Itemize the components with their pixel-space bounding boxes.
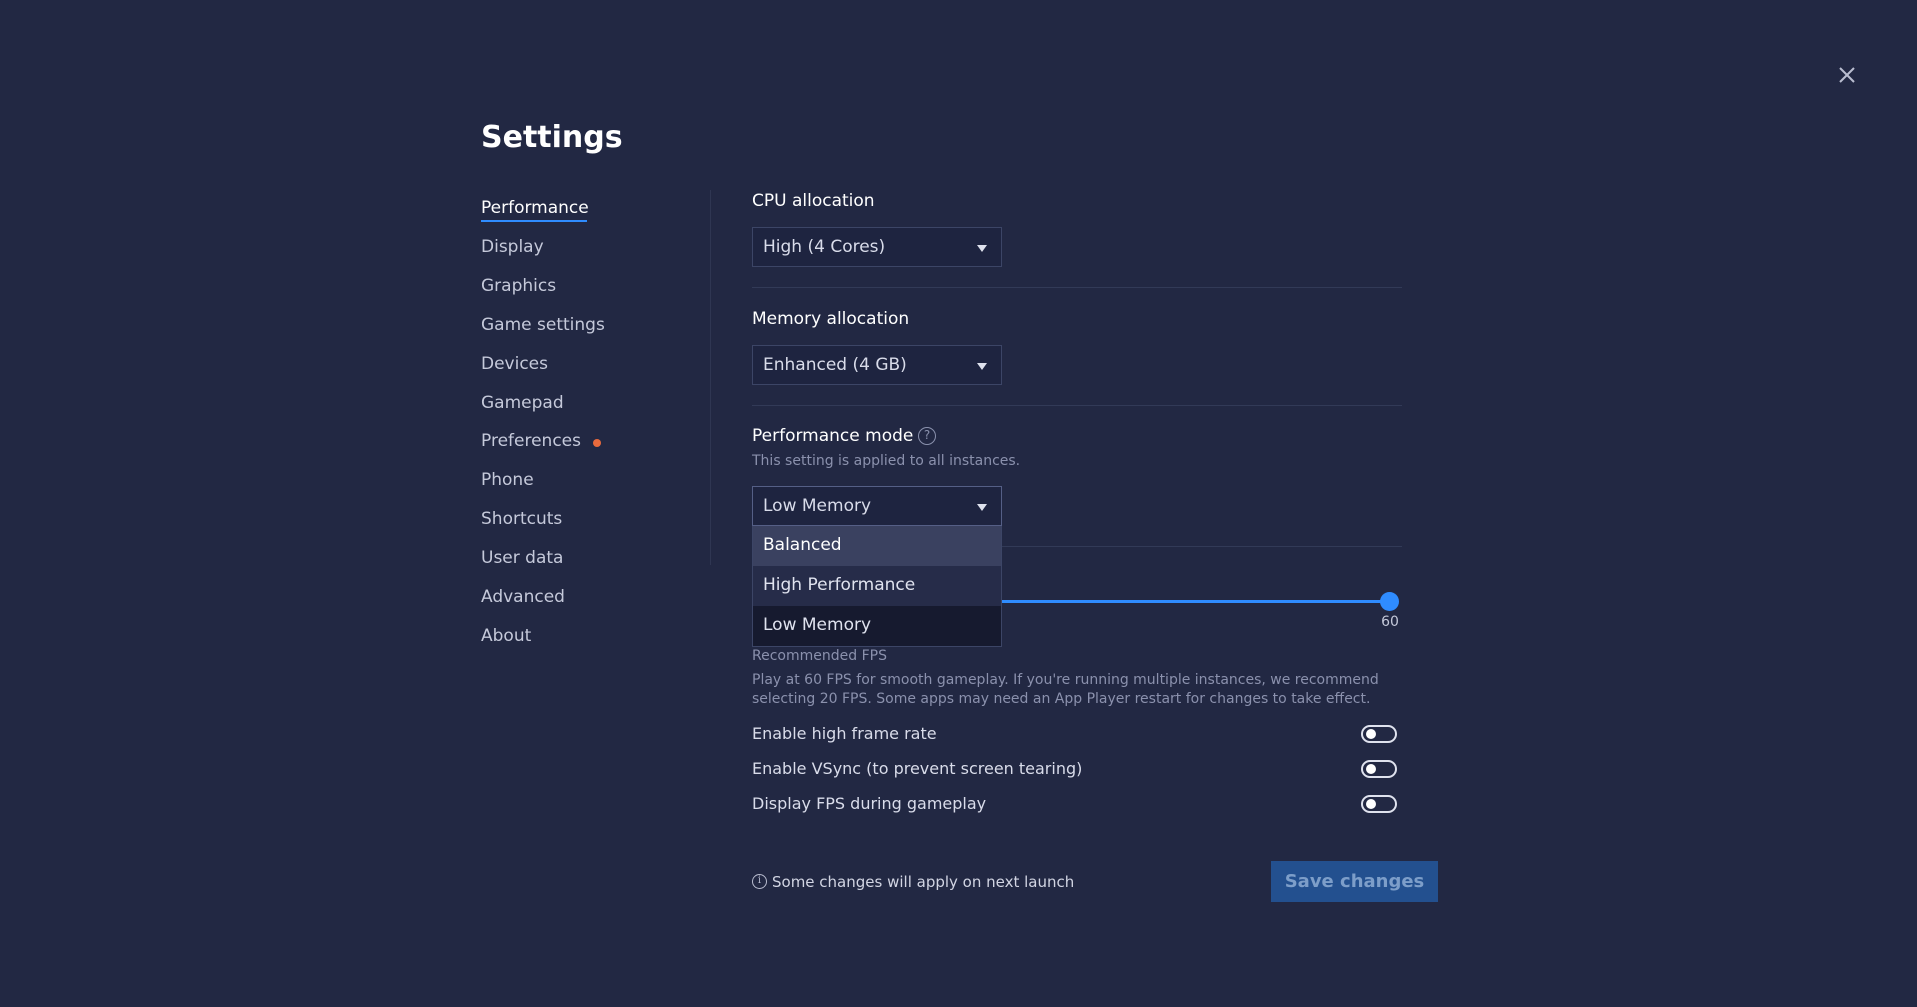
chevron-down-icon — [977, 245, 987, 252]
fps-slider-track[interactable] — [1002, 600, 1390, 603]
performance-mode-select[interactable]: Low Memory — [752, 486, 1002, 526]
fps-description: Play at 60 FPS for smooth gameplay. If y… — [752, 672, 1379, 707]
sidebar-item-user-data[interactable]: User data — [481, 548, 563, 568]
sidebar-item-gamepad[interactable]: Gamepad — [481, 393, 564, 413]
sidebar-item-performance[interactable]: Performance — [481, 198, 589, 218]
fps-slider-value: 60 — [1381, 614, 1399, 630]
high-frame-rate-toggle[interactable] — [1361, 725, 1397, 743]
memory-allocation-select[interactable]: Enhanced (4 GB) — [752, 345, 1002, 385]
cpu-allocation-select[interactable]: High (4 Cores) — [752, 227, 1002, 267]
save-changes-button[interactable]: Save changes — [1271, 861, 1438, 902]
help-icon[interactable]: ? — [918, 427, 936, 445]
close-icon[interactable] — [1832, 60, 1862, 90]
info-icon: i — [752, 874, 767, 889]
memory-allocation-label: Memory allocation — [752, 309, 910, 329]
display-fps-label: Display FPS during gameplay — [752, 794, 987, 813]
page-title: Settings — [481, 120, 623, 155]
sidebar-item-graphics[interactable]: Graphics — [481, 276, 556, 296]
chevron-down-icon — [977, 363, 987, 370]
sidebar-item-preferences[interactable]: Preferences — [481, 431, 581, 451]
sidebar-item-display[interactable]: Display — [481, 237, 544, 257]
high-frame-rate-label: Enable high frame rate — [752, 724, 937, 743]
performance-mode-value: Low Memory — [763, 496, 872, 516]
section-divider — [752, 405, 1402, 406]
performance-mode-label: Performance mode — [752, 426, 914, 446]
notification-dot — [593, 439, 601, 447]
sidebar-item-shortcuts[interactable]: Shortcuts — [481, 509, 562, 529]
sidebar-item-advanced[interactable]: Advanced — [481, 587, 565, 607]
vsync-toggle[interactable] — [1361, 760, 1397, 778]
sidebar-item-phone[interactable]: Phone — [481, 470, 534, 490]
performance-mode-dropdown: Balanced High Performance Low Memory — [752, 526, 1002, 647]
chevron-down-icon — [977, 504, 987, 511]
display-fps-toggle[interactable] — [1361, 795, 1397, 813]
sidebar-item-devices[interactable]: Devices — [481, 354, 548, 374]
toggle-knob — [1366, 799, 1376, 809]
dropdown-option-balanced[interactable]: Balanced — [753, 526, 1001, 566]
section-divider — [752, 287, 1402, 288]
performance-mode-note: This setting is applied to all instances… — [752, 453, 1021, 469]
next-launch-notice: Some changes will apply on next launch — [772, 873, 1075, 891]
recommended-fps-label: Recommended FPS — [752, 648, 887, 664]
toggle-knob — [1366, 764, 1376, 774]
sidebar-item-game-settings[interactable]: Game settings — [481, 315, 605, 335]
sidebar-divider — [710, 190, 711, 565]
active-tab-indicator — [481, 220, 587, 222]
dropdown-option-low-memory[interactable]: Low Memory — [753, 606, 1001, 646]
memory-allocation-value: Enhanced (4 GB) — [763, 355, 907, 375]
cpu-allocation-value: High (4 Cores) — [763, 237, 886, 257]
section-divider — [1002, 546, 1402, 547]
toggle-knob — [1366, 729, 1376, 739]
vsync-label: Enable VSync (to prevent screen tearing) — [752, 759, 1083, 778]
fps-slider-thumb[interactable] — [1380, 592, 1399, 611]
dropdown-option-high-performance[interactable]: High Performance — [753, 566, 1001, 606]
cpu-allocation-label: CPU allocation — [752, 191, 875, 211]
sidebar-item-about[interactable]: About — [481, 626, 531, 646]
